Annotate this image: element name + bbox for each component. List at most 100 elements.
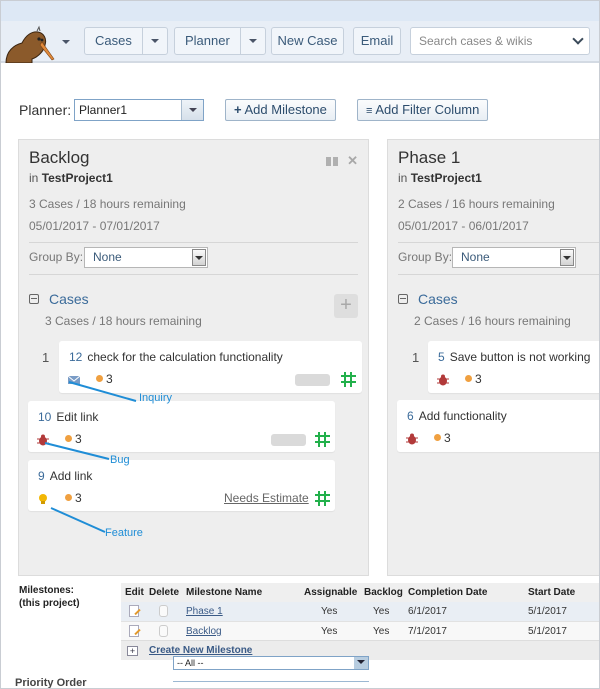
case-number[interactable]: 6 (407, 409, 414, 423)
collapse-icon[interactable] (29, 294, 39, 304)
needs-estimate-link[interactable]: Needs Estimate (224, 491, 309, 505)
case-number[interactable]: 12 (69, 350, 82, 364)
drag-handle-icon[interactable] (340, 371, 357, 388)
feature-annotation: Feature (105, 527, 143, 539)
cases-label[interactable]: Cases (85, 28, 143, 54)
cases-button[interactable]: Cases (84, 27, 168, 55)
group-by-select[interactable]: None (452, 247, 576, 268)
new-case-button[interactable]: New Case (271, 27, 344, 55)
top-navbar: Cases Planner New Case Email Search case… (1, 21, 599, 63)
delete-icon[interactable] (159, 605, 168, 617)
status-pill[interactable] (295, 374, 330, 386)
group-by-select[interactable]: None (84, 247, 208, 268)
assignable-value: Yes (321, 606, 338, 617)
project-name: TestProject1 (410, 171, 482, 185)
planner-select-value: Planner1 (79, 103, 128, 117)
cases-dropdown-icon[interactable] (143, 28, 167, 54)
estimate: 3 (465, 372, 482, 386)
case-title[interactable]: Add functionality (419, 409, 507, 423)
header-edit: Edit (125, 587, 144, 598)
close-icon[interactable]: ✕ (347, 153, 358, 168)
case-title[interactable]: Edit link (56, 410, 98, 424)
search-input[interactable]: Search cases & wikis (410, 27, 590, 55)
add-milestone-button[interactable]: + Add Milestone (225, 99, 336, 121)
status-pill[interactable] (271, 434, 306, 446)
list-icon: ≡ (366, 105, 373, 117)
case-card[interactable]: 10 Edit link 3 (28, 401, 335, 452)
group-by-dropdown-icon[interactable] (560, 249, 574, 266)
filter-select[interactable]: -- All -- (173, 656, 369, 670)
header-milestone-name: Milestone Name (186, 587, 263, 598)
case-title[interactable]: Save button is not working (450, 350, 591, 364)
column-project: in TestProject1 (29, 171, 113, 185)
drag-handle-icon[interactable] (314, 431, 331, 448)
case-card[interactable]: 9 Add link 3 Needs Estimate (28, 460, 335, 511)
add-case-button[interactable]: + (334, 294, 358, 318)
milestone-link[interactable]: Phase 1 (186, 606, 223, 617)
partial-input (173, 681, 369, 688)
case-card[interactable]: 6 Add functionality 3 (397, 400, 599, 452)
add-milestone-plus-icon[interactable]: + (127, 646, 138, 656)
assignable-value: Yes (321, 626, 338, 637)
planner-select-dropdown-icon[interactable] (181, 100, 203, 120)
chevron-down-icon[interactable] (572, 33, 584, 45)
group-by-dropdown-icon[interactable] (192, 249, 206, 266)
browser-strip (1, 1, 599, 21)
inquiry-annotation: Inquiry (139, 392, 173, 404)
case-card[interactable]: 12 check for the calculation functionalit… (59, 341, 362, 393)
add-filter-column-button[interactable]: ≡ Add Filter Column (357, 99, 489, 121)
case-card[interactable]: 5 Save button is not working 3 (428, 341, 599, 393)
columns-icon[interactable] (326, 157, 339, 167)
planner-button[interactable]: Planner (174, 27, 266, 55)
backlog-value: Yes (373, 626, 390, 637)
estimate: 3 (65, 491, 82, 505)
case-title[interactable]: Add link (50, 469, 93, 483)
cases-section-title[interactable]: Cases (49, 291, 89, 307)
table-header: Edit Delete Milestone Name Assignable Ba… (121, 583, 599, 602)
bug-icon (437, 374, 449, 386)
completion-date: 7/1/2017 (408, 626, 447, 637)
backlog-value: Yes (373, 606, 390, 617)
filter-dropdown-icon[interactable] (354, 657, 368, 669)
bug-annotation: Bug (110, 454, 130, 466)
cases-section-stats: 2 Cases / 16 hours remaining (414, 314, 571, 328)
header-completion-date: Completion Date (408, 587, 488, 598)
divider (398, 274, 599, 275)
planner-select-label: Planner: (19, 102, 72, 118)
delete-icon[interactable] (159, 625, 168, 637)
planner-select[interactable]: Planner1 (74, 99, 204, 121)
kiwi-logo-icon[interactable] (4, 25, 56, 63)
planner-dropdown-icon[interactable] (241, 28, 265, 54)
header-assignable: Assignable (304, 587, 358, 598)
estimate: 3 (96, 372, 113, 386)
start-date: 5/1/2017 (528, 606, 567, 617)
create-new-milestone-link[interactable]: Create New Milestone (149, 645, 252, 656)
group-by-value: None (93, 250, 122, 264)
cases-section-title[interactable]: Cases (418, 291, 458, 307)
completion-date: 6/1/2017 (408, 606, 447, 617)
edit-icon[interactable] (129, 605, 139, 617)
edit-icon[interactable] (129, 625, 139, 637)
case-title[interactable]: check for the calculation functionality (87, 350, 282, 364)
email-button[interactable]: Email (353, 27, 401, 55)
feature-lightbulb-icon (39, 494, 47, 504)
milestone-column-phase-1: Phase 1 in TestProject1 2 Cases / 16 hou… (387, 139, 599, 576)
column-title: Phase 1 (398, 148, 461, 167)
case-number[interactable]: 9 (38, 469, 45, 483)
bug-icon (406, 433, 418, 445)
column-title: Backlog (29, 148, 90, 167)
case-number[interactable]: 5 (438, 350, 445, 364)
column-stats: 2 Cases / 16 hours remaining (398, 197, 555, 211)
collapse-icon[interactable] (398, 294, 408, 304)
card-rank: 1 (412, 350, 420, 365)
header-start-date: Start Date (528, 587, 576, 598)
table-row: Backlog Yes Yes 7/1/2017 5/1/2017 (121, 621, 599, 640)
column-header-actions: ✕ (326, 153, 358, 169)
planner-label[interactable]: Planner (175, 28, 241, 54)
milestone-link[interactable]: Backlog (186, 626, 222, 637)
project-name: TestProject1 (41, 171, 113, 185)
case-number[interactable]: 10 (38, 410, 51, 424)
logo-menu-caret-icon[interactable] (62, 40, 70, 44)
planner-page: Cases Planner New Case Email Search case… (0, 0, 600, 689)
drag-handle-icon[interactable] (314, 490, 331, 507)
